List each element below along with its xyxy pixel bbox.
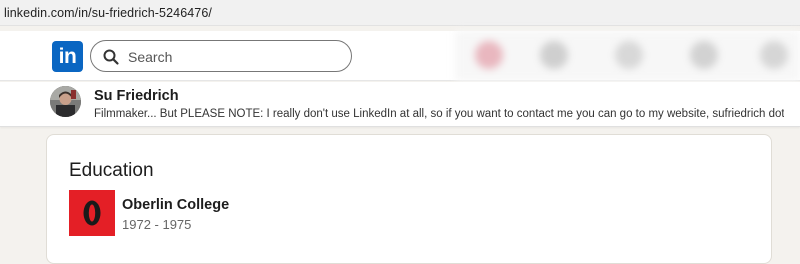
profile-sticky-header: Su Friedrich Filmmaker... But PLEASE NOT… xyxy=(0,82,800,127)
blurred-nav-icons xyxy=(455,31,800,81)
oberlin-logo-icon[interactable] xyxy=(69,190,115,236)
profile-name: Su Friedrich xyxy=(94,88,179,104)
profile-headline: Filmmaker... But PLEASE NOTE: I really d… xyxy=(94,108,784,120)
search-box[interactable] xyxy=(90,40,352,72)
search-input[interactable] xyxy=(128,45,343,69)
browser-address-bar[interactable]: linkedin.com/in/su-friedrich-5246476/ xyxy=(0,0,800,26)
education-section: Education Oberlin College 1972 - 1975 xyxy=(46,134,772,264)
school-name[interactable]: Oberlin College xyxy=(122,197,229,213)
avatar-photo xyxy=(50,86,81,117)
avatar[interactable] xyxy=(50,86,81,117)
linkedin-logo-text: in xyxy=(58,45,77,68)
url-text[interactable]: linkedin.com/in/su-friedrich-5246476/ xyxy=(4,6,212,20)
school-logo-graphic xyxy=(69,190,115,236)
section-title: Education xyxy=(69,160,154,181)
search-icon xyxy=(103,49,119,65)
top-navbar: in xyxy=(0,31,800,81)
linkedin-logo-icon[interactable]: in xyxy=(52,41,83,72)
school-dates: 1972 - 1975 xyxy=(122,217,192,232)
